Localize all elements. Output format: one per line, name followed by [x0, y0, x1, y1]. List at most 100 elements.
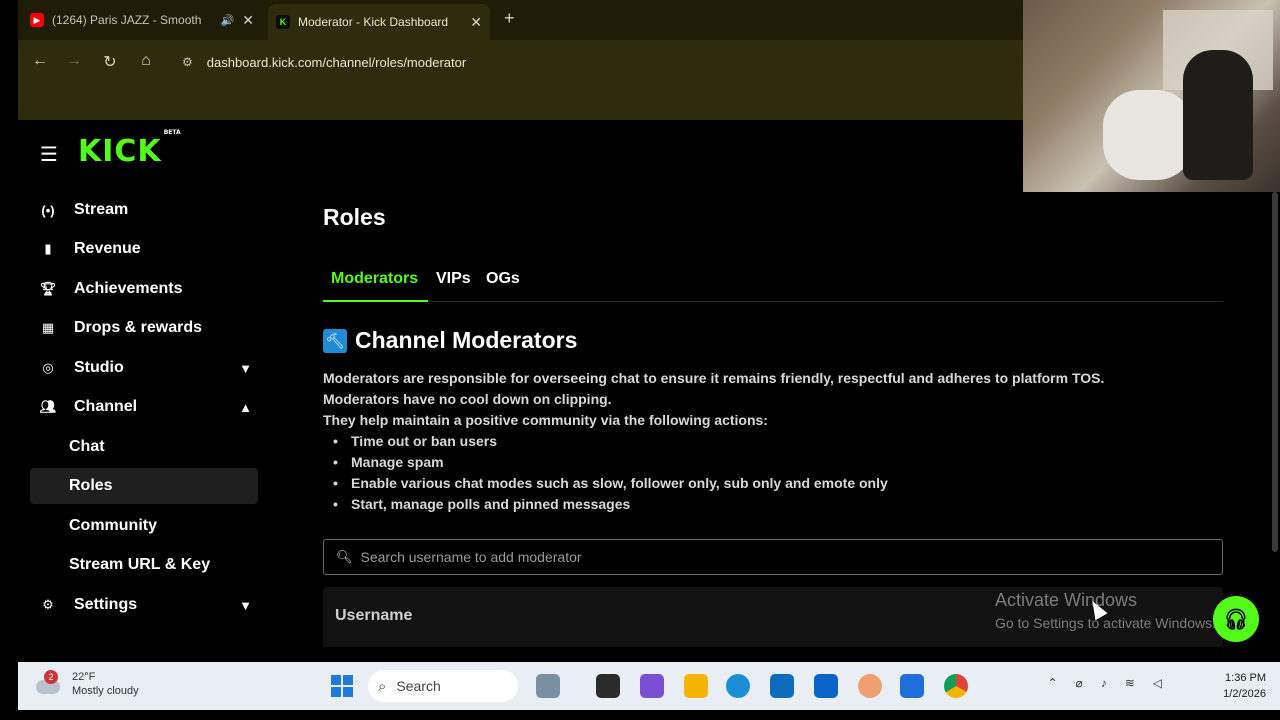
home-icon[interactable]: ⌂ — [136, 52, 156, 70]
left-edge-strip — [0, 0, 18, 720]
clock-date: 1/2/2026 — [1223, 688, 1266, 700]
youtube-icon: ▶ — [30, 13, 44, 27]
taskbar-search[interactable]: ⌕ Search — [368, 670, 518, 702]
gift-icon: ▦ — [41, 320, 55, 335]
back-icon[interactable]: ← — [30, 52, 50, 70]
taskbar-clock[interactable]: 1:36 PM 1/2/2026 — [1223, 670, 1266, 702]
reload-icon[interactable]: ↻ — [100, 52, 120, 72]
tab-title: (1264) Paris JAZZ - Smooth — [52, 13, 202, 27]
roles-tabs: Moderators VIPs OGs — [323, 270, 1223, 302]
sidebar-item-achievements[interactable]: 🏆︎ Achievements — [30, 271, 258, 307]
watermark-title: Activate Windows — [995, 590, 1138, 610]
sidebar-item-revenue[interactable]: ▮ Revenue — [30, 231, 258, 267]
list-item: Enable various chat modes such as slow, … — [333, 473, 888, 494]
windows-start-icon[interactable] — [331, 675, 353, 697]
address-bar[interactable]: ⚙ dashboard.kick.com/channel/roles/moder… — [174, 48, 1024, 76]
widgets-app-icon[interactable] — [536, 674, 560, 698]
description-line: Moderators have no cool down on clipping… — [323, 391, 612, 407]
sidebar-item-label: Chat — [69, 438, 105, 455]
main-content: Roles Moderators VIPs OGs 🔨︎ Channel Mod… — [280, 120, 1280, 662]
search-icon: ⌕ — [378, 677, 387, 695]
section-description: Moderators are responsible for overseein… — [323, 368, 1104, 431]
watermark-subtitle: Go to Settings to activate Windows. — [995, 615, 1216, 631]
kick-icon: K — [276, 15, 290, 29]
edge-browser-icon[interactable] — [726, 674, 750, 698]
sidebar-item-label: Stream URL & Key — [69, 556, 211, 573]
broadcast-icon: (•) — [41, 202, 55, 218]
chrome-browser-icon[interactable] — [944, 674, 968, 698]
sidebar-item-label: Drops & rewards — [74, 319, 203, 336]
sidebar: ☰ KICKBETA (•) Stream ▮ Revenue 🏆︎ Achie… — [18, 120, 280, 662]
sidebar-item-channel[interactable]: 👥︎ Channel ▲ — [30, 389, 258, 425]
kick-logo[interactable]: KICKBETA — [78, 129, 181, 169]
site-settings-icon[interactable]: ⚙ — [182, 55, 193, 69]
tab-vips[interactable]: VIPs — [428, 270, 479, 302]
sidebar-item-community[interactable]: Community — [30, 508, 258, 544]
support-chat-button[interactable]: 🎧︎ — [1213, 596, 1259, 642]
tab-moderators[interactable]: Moderators — [323, 270, 428, 302]
list-item: Time out or ban users — [333, 431, 888, 452]
clock-time: 1:36 PM — [1225, 672, 1266, 684]
close-tab-icon[interactable]: ✕ — [470, 14, 482, 31]
store-app-icon[interactable] — [770, 674, 794, 698]
url-text: dashboard.kick.com/channel/roles/moderat… — [206, 54, 467, 70]
browser-tab-youtube[interactable]: ▶ (1264) Paris JAZZ - Smooth 🔊 ✕ — [30, 4, 262, 36]
forward-icon[interactable]: → — [64, 52, 84, 70]
sidebar-item-label: Roles — [69, 477, 113, 494]
tab-ogs[interactable]: OGs — [478, 270, 528, 302]
list-item: Start, manage polls and pinned messages — [333, 494, 888, 515]
search-moderator-field[interactable]: 🔍︎ — [323, 539, 1223, 575]
sidebar-item-drops-rewards[interactable]: ▦ Drops & rewards — [30, 310, 258, 346]
cloud-icon: 2 — [36, 670, 64, 696]
photos-app-icon[interactable] — [900, 674, 924, 698]
headset-icon: 🎧︎ — [1223, 608, 1249, 631]
search-input[interactable] — [360, 549, 1201, 565]
column-header-username: Username — [335, 607, 413, 624]
sidebar-item-label: Community — [69, 517, 157, 534]
gear-icon: ⚙ — [42, 597, 54, 612]
speaker-icon[interactable]: 🔊 — [221, 14, 235, 27]
list-item: Manage spam — [333, 452, 888, 473]
menu-icon[interactable]: ☰ — [40, 142, 58, 167]
new-tab-icon[interactable]: + — [504, 8, 515, 29]
sidebar-item-settings[interactable]: ⚙ Settings ▼ — [30, 587, 258, 623]
task-view-icon[interactable] — [596, 674, 620, 698]
chevron-down-icon: ▼ — [239, 597, 252, 613]
bottom-edge-strip — [0, 710, 1280, 720]
sidebar-item-stream-url-key[interactable]: Stream URL & Key — [30, 547, 258, 583]
sidebar-item-chat[interactable]: Chat — [30, 429, 258, 465]
trophy-icon: 🏆︎ — [39, 281, 57, 296]
sidebar-item-label: Revenue — [74, 240, 141, 257]
sidebar-item-label: Studio — [74, 359, 124, 376]
sidebar-item-label: Settings — [74, 596, 138, 613]
chevron-up-icon: ▲ — [239, 399, 252, 415]
system-tray-icons[interactable]: ⌃⌀♪≋◁ — [1047, 676, 1180, 690]
weather-temp: 22°F — [72, 671, 96, 683]
copilot-app-icon[interactable] — [640, 674, 664, 698]
browser-tab-kick[interactable]: K Moderator - Kick Dashboard ✕ — [268, 4, 490, 40]
windows-taskbar: 2 22°F Mostly cloudy ⌕ Search ⌃⌀♪≋◁ 1:36… — [18, 662, 1280, 710]
description-line: They help maintain a positive community … — [323, 412, 768, 428]
weather-widget[interactable]: 2 22°F Mostly cloudy — [36, 670, 139, 698]
sidebar-item-label: Channel — [74, 398, 138, 415]
file-explorer-icon[interactable] — [684, 674, 708, 698]
sidebar-item-label: Stream — [74, 201, 129, 218]
sidebar-item-stream[interactable]: (•) Stream — [30, 192, 258, 228]
outlook-app-icon[interactable] — [814, 674, 838, 698]
sidebar-item-label: Achievements — [74, 280, 183, 297]
weather-desc: Mostly cloudy — [72, 685, 139, 697]
app-icon[interactable] — [858, 674, 882, 698]
sidebar-item-roles[interactable]: Roles — [30, 468, 258, 504]
notification-badge: 2 — [44, 670, 58, 684]
page-scrollbar[interactable] — [1272, 192, 1278, 552]
description-line: Moderators are responsible for overseein… — [323, 370, 1105, 386]
section-header: 🔨︎ Channel Moderators — [323, 327, 577, 354]
tab-title: Moderator - Kick Dashboard — [298, 15, 449, 29]
chevron-down-icon: ▼ — [239, 360, 252, 376]
sidebar-item-studio[interactable]: ◎ Studio ▼ — [30, 350, 258, 386]
chart-icon: ▮ — [44, 241, 52, 256]
close-tab-icon[interactable]: ✕ — [242, 12, 254, 29]
users-icon: 👥︎ — [39, 399, 57, 414]
moderator-actions-list: Time out or ban users Manage spam Enable… — [333, 431, 888, 515]
page-title: Roles — [323, 204, 386, 230]
